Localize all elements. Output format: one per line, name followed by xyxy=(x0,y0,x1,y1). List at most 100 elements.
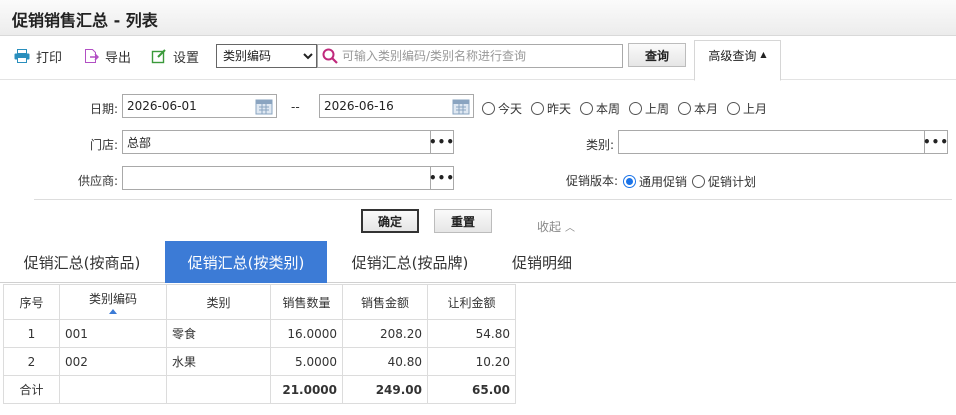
print-button[interactable]: 打印 xyxy=(14,46,62,66)
date-to-value: 2026-06-16 xyxy=(324,99,394,113)
cell-discount-amount: 10.20 xyxy=(427,347,516,376)
sort-asc-icon xyxy=(109,309,117,314)
col-header-label: 类别编码 xyxy=(88,292,137,306)
date-from-value: 2026-06-01 xyxy=(127,99,197,113)
radio-label: 上周 xyxy=(645,102,670,116)
date-separator: -- xyxy=(291,100,300,114)
caret-up-icon: ▲ xyxy=(760,50,767,59)
advanced-search-tab[interactable]: 高级查询 ▲ xyxy=(694,40,781,81)
export-icon xyxy=(85,49,99,63)
confirm-button[interactable]: 确定 xyxy=(361,209,419,233)
radio-circle-selected[interactable] xyxy=(623,175,636,188)
cell-sales-amount: 40.80 xyxy=(342,347,428,376)
report-tabs: 促销汇总(按商品) 促销汇总(按类别) 促销汇总(按品牌) 促销明细 xyxy=(0,241,956,283)
footer-empty xyxy=(59,375,167,404)
tab-by-category[interactable]: 促销汇总(按类别) xyxy=(165,241,327,283)
cell-discount-amount: 54.80 xyxy=(427,319,516,348)
radio-label: 今天 xyxy=(498,102,523,116)
cell-index: 2 xyxy=(3,347,60,376)
collapse-label: 收起 xyxy=(537,220,562,234)
advanced-search-label: 高级查询 xyxy=(708,49,757,63)
category-field[interactable]: ••• xyxy=(618,130,948,154)
summary-table: 序号 类别编码 类别 销售数量 销售金额 让利金额 1 001 零食 16.00… xyxy=(3,284,516,404)
filter-divider xyxy=(34,199,952,200)
calendar-icon[interactable] xyxy=(452,97,470,115)
promo-version-label: 促销版本: xyxy=(565,174,618,188)
cell-index: 1 xyxy=(3,319,60,348)
cell-category: 水果 xyxy=(166,347,271,376)
radio-label: 本月 xyxy=(694,102,719,116)
radio-today[interactable]: 今天 xyxy=(482,100,522,117)
page-title: 促销销售汇总 - 列表 xyxy=(12,11,158,30)
footer-sales-qty: 21.0000 xyxy=(270,375,343,404)
title-bar: 促销销售汇总 - 列表 xyxy=(0,0,956,36)
tab-by-product[interactable]: 促销汇总(按商品) xyxy=(8,241,156,283)
supplier-picker-button[interactable]: ••• xyxy=(429,167,454,189)
radio-circle[interactable] xyxy=(727,102,740,115)
collapse-toggle[interactable]: 收起 ︿ xyxy=(537,218,575,235)
date-to-field[interactable]: 2026-06-16 xyxy=(319,94,474,118)
col-header-category-code[interactable]: 类别编码 xyxy=(59,284,167,320)
radio-general-promo[interactable]: 通用促销 xyxy=(623,173,687,190)
radio-circle[interactable] xyxy=(531,102,544,115)
cell-sales-qty: 16.0000 xyxy=(270,319,343,348)
store-picker-button[interactable]: ••• xyxy=(429,131,454,153)
col-header-sales-amount[interactable]: 销售金额 xyxy=(342,284,428,320)
radio-label: 本周 xyxy=(596,102,621,116)
radio-circle[interactable] xyxy=(482,102,495,115)
radio-label: 促销计划 xyxy=(708,175,757,189)
col-header-discount-amount[interactable]: 让利金额 xyxy=(427,284,516,320)
radio-yesterday[interactable]: 昨天 xyxy=(531,100,571,117)
query-button[interactable]: 查询 xyxy=(628,43,686,67)
search-field-select[interactable]: 类别编码 xyxy=(216,44,317,68)
radio-promo-plan[interactable]: 促销计划 xyxy=(692,173,756,190)
tab-detail[interactable]: 促销明细 xyxy=(494,241,590,283)
category-label: 类别: xyxy=(585,138,614,152)
store-value: 总部 xyxy=(127,135,152,150)
radio-last-week[interactable]: 上周 xyxy=(629,100,669,117)
calendar-icon[interactable] xyxy=(255,97,273,115)
search-input[interactable] xyxy=(339,46,622,66)
search-box xyxy=(317,44,623,68)
print-label: 打印 xyxy=(36,50,63,66)
footer-total-label: 合计 xyxy=(3,375,60,404)
radio-circle[interactable] xyxy=(580,102,593,115)
table-row[interactable]: 2 002 水果 5.0000 40.80 10.20 xyxy=(3,347,516,376)
settings-label: 设置 xyxy=(173,50,200,66)
table-header-row: 序号 类别编码 类别 销售数量 销售金额 让利金额 xyxy=(3,284,516,320)
chevron-up-icon: ︿ xyxy=(565,223,576,234)
radio-this-month[interactable]: 本月 xyxy=(678,100,718,117)
search-icon xyxy=(322,48,338,64)
cell-category-code: 002 xyxy=(59,347,167,376)
store-field[interactable]: 总部 ••• xyxy=(122,130,454,154)
radio-circle[interactable] xyxy=(678,102,691,115)
date-from-field[interactable]: 2026-06-01 xyxy=(122,94,277,118)
footer-empty xyxy=(166,375,271,404)
supplier-label: 供应商: xyxy=(77,174,118,188)
category-picker-button[interactable]: ••• xyxy=(923,131,948,153)
radio-this-week[interactable]: 本周 xyxy=(580,100,620,117)
cell-sales-qty: 5.0000 xyxy=(270,347,343,376)
export-button[interactable]: 导出 xyxy=(83,46,131,66)
date-label: 日期: xyxy=(89,102,118,116)
table-row[interactable]: 1 001 零食 16.0000 208.20 54.80 xyxy=(3,319,516,348)
footer-discount-amount: 65.00 xyxy=(427,375,516,404)
toolbar: 打印 导出 设置 类别编码 查询 高级查询 ▲ xyxy=(0,36,956,81)
tab-by-brand[interactable]: 促销汇总(按品牌) xyxy=(336,241,484,283)
edit-settings-icon xyxy=(151,49,166,64)
radio-circle[interactable] xyxy=(629,102,642,115)
reset-button[interactable]: 重置 xyxy=(434,209,492,233)
footer-sales-amount: 249.00 xyxy=(342,375,428,404)
radio-circle[interactable] xyxy=(692,175,705,188)
radio-label: 通用促销 xyxy=(639,175,688,189)
radio-last-month[interactable]: 上月 xyxy=(727,100,767,117)
supplier-field[interactable]: ••• xyxy=(122,166,454,190)
col-header-index[interactable]: 序号 xyxy=(3,284,60,320)
cell-category-code: 001 xyxy=(59,319,167,348)
cell-category: 零食 xyxy=(166,319,271,348)
col-header-sales-qty[interactable]: 销售数量 xyxy=(270,284,343,320)
store-label: 门店: xyxy=(89,138,118,152)
settings-button[interactable]: 设置 xyxy=(151,46,199,66)
col-header-category[interactable]: 类别 xyxy=(166,284,271,320)
radio-label: 昨天 xyxy=(547,102,572,116)
